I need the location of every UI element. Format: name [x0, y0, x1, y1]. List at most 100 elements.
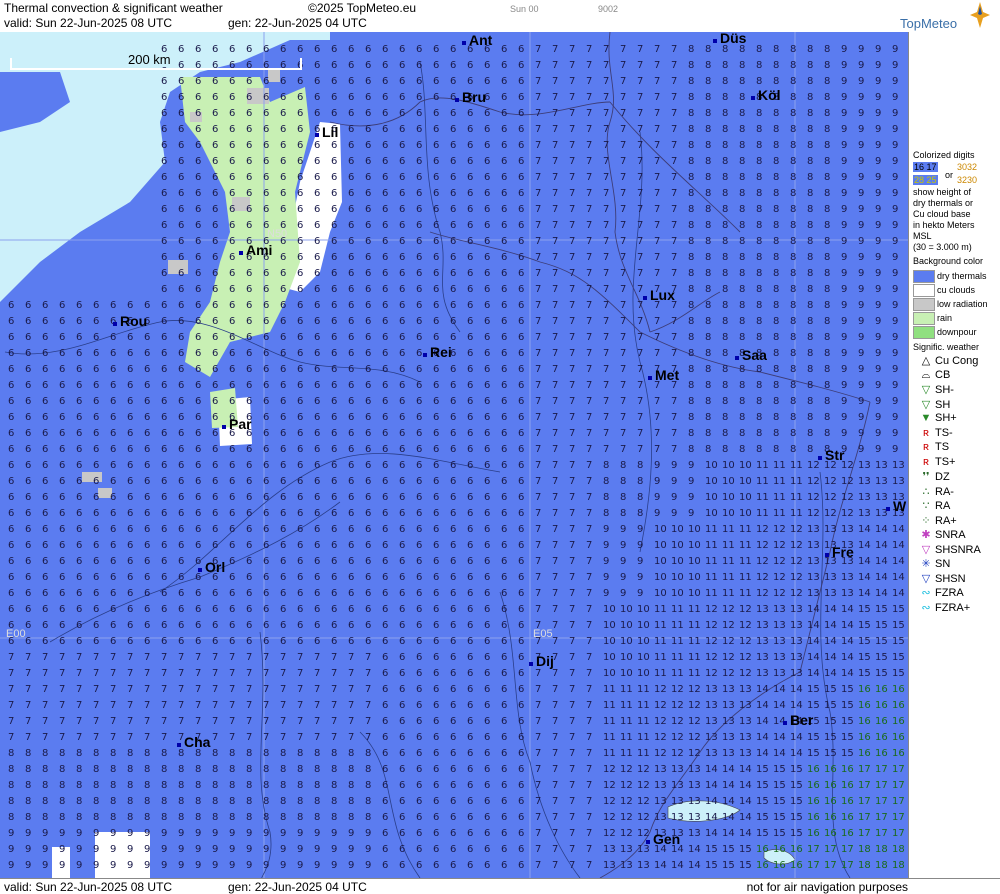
svg-text:15: 15 — [773, 796, 786, 807]
svg-text:7: 7 — [586, 844, 592, 855]
svg-text:9: 9 — [858, 316, 864, 327]
svg-text:6: 6 — [161, 204, 167, 215]
svg-text:6: 6 — [331, 236, 337, 247]
svg-text:11: 11 — [739, 572, 752, 583]
city-ant[interactable]: Ant — [461, 32, 492, 48]
svg-text:7: 7 — [246, 684, 252, 695]
city-ber[interactable]: Ber — [782, 712, 813, 728]
svg-text:7: 7 — [637, 92, 643, 103]
svg-text:6: 6 — [76, 636, 82, 647]
city-orl[interactable]: Orl — [197, 559, 225, 575]
city-w[interactable]: W — [885, 498, 906, 514]
svg-text:6: 6 — [382, 636, 388, 647]
svg-text:6: 6 — [501, 604, 507, 615]
svg-text:10: 10 — [722, 460, 735, 471]
svg-text:8: 8 — [688, 236, 694, 247]
svg-text:7: 7 — [178, 700, 184, 711]
svg-text:8: 8 — [688, 156, 694, 167]
svg-text:9: 9 — [892, 300, 898, 311]
city-saa[interactable]: Saa — [735, 347, 767, 363]
svg-text:8: 8 — [25, 748, 31, 759]
svg-text:16: 16 — [892, 732, 905, 743]
svg-text:6: 6 — [178, 252, 184, 263]
svg-text:9: 9 — [688, 476, 694, 487]
svg-text:11: 11 — [603, 700, 616, 711]
svg-text:9: 9 — [875, 252, 881, 263]
svg-text:9: 9 — [229, 828, 235, 839]
coord-e05: E05 — [533, 628, 553, 640]
svg-text:6: 6 — [501, 524, 507, 535]
svg-text:6: 6 — [382, 44, 388, 55]
svg-text:9: 9 — [161, 860, 167, 871]
city-par[interactable]: Par — [222, 416, 252, 432]
svg-text:8: 8 — [688, 108, 694, 119]
city-kol[interactable]: Köl — [751, 87, 781, 103]
svg-text:7: 7 — [603, 316, 609, 327]
city-rou[interactable]: Rou — [112, 313, 147, 329]
svg-text:6: 6 — [331, 428, 337, 439]
svg-text:6: 6 — [297, 332, 303, 343]
svg-text:8: 8 — [331, 780, 337, 791]
svg-text:6: 6 — [399, 860, 405, 871]
svg-text:8: 8 — [807, 220, 813, 231]
svg-text:6: 6 — [161, 76, 167, 87]
city-cha[interactable]: Cha — [176, 734, 210, 750]
city-str[interactable]: Str — [817, 447, 844, 463]
svg-text:6: 6 — [518, 476, 524, 487]
svg-text:8: 8 — [705, 220, 711, 231]
city-ami[interactable]: Ami — [238, 242, 272, 258]
city-gen[interactable]: Gen — [645, 831, 680, 847]
svg-text:12: 12 — [773, 572, 786, 583]
svg-text:6: 6 — [161, 524, 167, 535]
svg-text:7: 7 — [76, 716, 82, 727]
svg-text:6: 6 — [348, 412, 354, 423]
svg-text:9: 9 — [875, 364, 881, 375]
svg-text:8: 8 — [314, 780, 320, 791]
city-bru[interactable]: Bru — [454, 89, 486, 105]
weather-map[interactable]: 6666666666666666666666777777777888888888… — [0, 32, 908, 878]
svg-text:9: 9 — [841, 252, 847, 263]
svg-text:8: 8 — [93, 796, 99, 807]
city-met[interactable]: Met — [647, 367, 679, 383]
svg-text:8: 8 — [127, 748, 133, 759]
svg-text:9: 9 — [858, 92, 864, 103]
svg-text:13: 13 — [858, 508, 871, 519]
city-rei[interactable]: Rei — [423, 344, 452, 360]
svg-text:6: 6 — [416, 636, 422, 647]
svg-text:7: 7 — [348, 700, 354, 711]
svg-text:8: 8 — [722, 124, 728, 135]
svg-text:6: 6 — [501, 796, 507, 807]
brand-logo[interactable]: TopMeteo — [900, 2, 990, 32]
svg-text:6: 6 — [399, 780, 405, 791]
city-lil[interactable]: Lil — [314, 124, 338, 140]
svg-text:6: 6 — [365, 284, 371, 295]
svg-text:6: 6 — [518, 396, 524, 407]
svg-text:6: 6 — [433, 44, 439, 55]
svg-text:15: 15 — [841, 684, 854, 695]
svg-text:15: 15 — [790, 796, 803, 807]
city-fre[interactable]: Fre — [825, 544, 854, 560]
legend-sample-2: 28 25 — [913, 175, 938, 185]
svg-text:8: 8 — [705, 300, 711, 311]
city-dij[interactable]: Dij — [529, 653, 554, 669]
svg-text:7: 7 — [127, 732, 133, 743]
city-lux[interactable]: Lux — [643, 287, 675, 303]
svg-text:6: 6 — [195, 332, 201, 343]
svg-text:8: 8 — [824, 300, 830, 311]
svg-text:12: 12 — [671, 732, 684, 743]
svg-text:6: 6 — [314, 508, 320, 519]
svg-text:7: 7 — [671, 348, 677, 359]
svg-text:9: 9 — [42, 844, 48, 855]
svg-text:16: 16 — [858, 684, 871, 695]
svg-text:7: 7 — [671, 204, 677, 215]
svg-text:9: 9 — [297, 828, 303, 839]
svg-text:8: 8 — [229, 748, 235, 759]
snow-rain-shower-icon: ▽ — [921, 543, 931, 556]
svg-text:7: 7 — [331, 732, 337, 743]
svg-text:6: 6 — [144, 636, 150, 647]
svg-text:6: 6 — [263, 172, 269, 183]
svg-text:6: 6 — [127, 412, 133, 423]
svg-text:6: 6 — [416, 220, 422, 231]
city-dus[interactable]: Düs — [712, 32, 746, 46]
svg-text:7: 7 — [569, 524, 575, 535]
